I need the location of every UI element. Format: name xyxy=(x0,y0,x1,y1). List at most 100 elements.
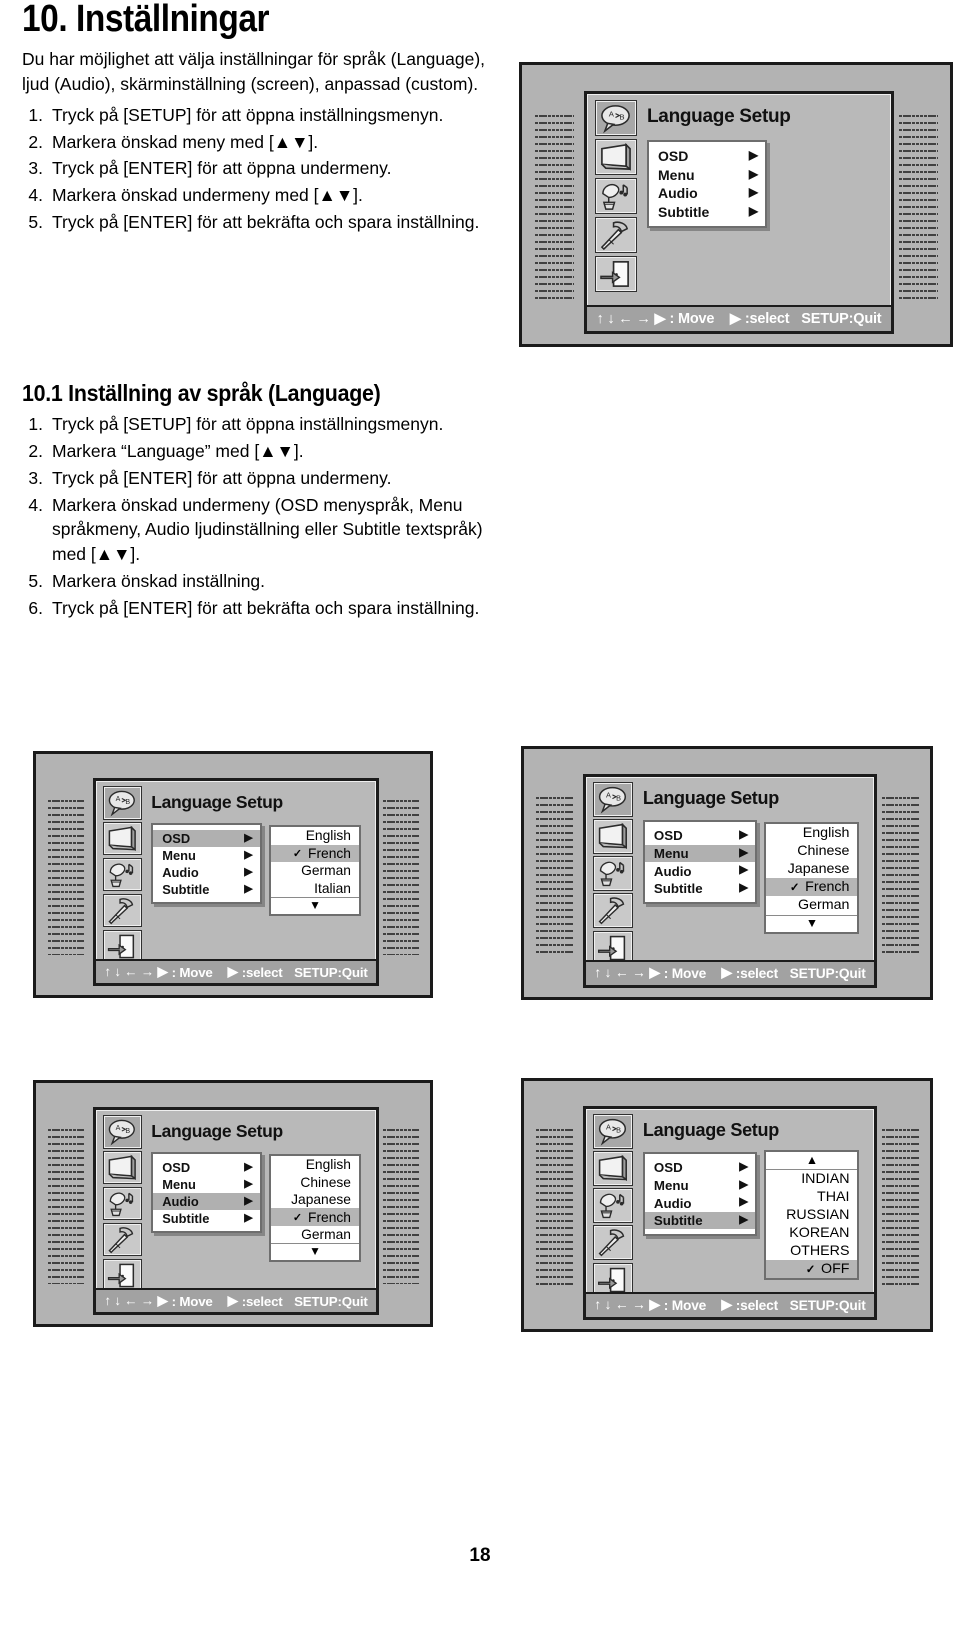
menu-item-osd[interactable]: OSD ▶ xyxy=(645,827,755,845)
value-option-german[interactable]: German xyxy=(271,1226,359,1243)
intro-step-text: Markera önskad undermeny med [▲▼]. xyxy=(52,185,363,206)
screen-tv-icon[interactable] xyxy=(103,822,143,856)
value-option-others[interactable]: OTHERS xyxy=(766,1242,857,1260)
menu-item-audio[interactable]: Audio ▶ xyxy=(153,1192,260,1210)
figure-subtitle-language-list: A B Language Setup OSD ▶ Menu ▶ Audio ▶ Subt xyxy=(521,1078,933,1332)
osd-menu-panel[interactable]: OSD ▶ Menu ▶ Audio ▶ Subtitle ▶ xyxy=(642,1152,757,1237)
osd-menu-panel[interactable]: OSD ▶ Menu ▶ Audio ▶ Subtitle ▶ xyxy=(642,820,757,905)
custom-hammer-icon[interactable] xyxy=(103,1223,143,1257)
language-speech-icon[interactable]: A B xyxy=(103,786,143,820)
osd-value-panel[interactable]: English Chinese Japanese ✓ French German ▼ xyxy=(764,822,860,934)
screen-tv-icon[interactable] xyxy=(593,1151,634,1186)
menu-item-audio[interactable]: Audio ▶ xyxy=(645,862,755,880)
scroll-up-icon[interactable]: ▲ xyxy=(766,1152,858,1170)
page-number: 18 xyxy=(469,1545,491,1566)
menu-item-menu[interactable]: Menu ▶ xyxy=(644,844,755,863)
osd-hint-bar: ↑ ↓ ← → ▶: Move ▶:select SETUP:Quit xyxy=(585,1292,875,1317)
value-option-chinese[interactable]: Chinese xyxy=(766,842,857,860)
audio-gramophone-icon[interactable] xyxy=(595,178,637,214)
osd-icon-rail[interactable]: A B xyxy=(595,100,637,292)
menu-item-osd[interactable]: OSD ▶ xyxy=(153,1159,259,1176)
audio-gramophone-icon[interactable] xyxy=(103,858,143,892)
menu-item-menu[interactable]: Menu ▶ xyxy=(153,1176,259,1193)
menu-item-subtitle[interactable]: Subtitle ▶ xyxy=(645,880,755,898)
audio-gramophone-icon[interactable] xyxy=(103,1187,143,1221)
osd-menu-panel[interactable]: OSD ▶ Menu ▶ Audio ▶ Subtitle ▶ xyxy=(151,1152,262,1234)
menu-item-audio[interactable]: Audio ▶ xyxy=(645,1194,755,1212)
svg-text:B: B xyxy=(126,798,131,806)
scroll-down-icon[interactable]: ▼ xyxy=(766,914,858,932)
value-option-korean[interactable]: KOREAN xyxy=(766,1224,857,1242)
language-speech-icon[interactable]: A B xyxy=(103,1115,143,1149)
value-option-english[interactable]: English xyxy=(271,1156,359,1173)
osd-icon-rail[interactable]: A B xyxy=(103,1115,143,1292)
osd-menu-panel[interactable]: OSD ▶ Menu ▶ Audio ▶ Subtitle ▶ xyxy=(647,140,767,228)
osd-value-panel[interactable]: English Chinese Japanese ✓ French German ▼ xyxy=(268,1154,361,1263)
section-10-1-step-text: Tryck på [SETUP] för att öppna inställni… xyxy=(52,414,444,434)
osd-menu-panel[interactable]: OSD ▶ Menu ▶ Audio ▶ Subtitle ▶ xyxy=(151,823,262,905)
value-option-french[interactable]: ✓ French xyxy=(270,1208,359,1226)
scroll-down-icon[interactable]: ▼ xyxy=(270,896,359,914)
menu-item-subtitle[interactable]: Subtitle ▶ xyxy=(153,881,259,898)
intro-step-item: 1. Tryck på [SETUP] för att öppna inställ… xyxy=(22,103,492,128)
custom-hammer-icon[interactable] xyxy=(595,217,637,253)
menu-item-subtitle[interactable]: Subtitle ▶ xyxy=(153,1210,259,1227)
hint-select-glyph: ▶ xyxy=(227,964,238,980)
menu-item-menu[interactable]: Menu ▶ xyxy=(153,847,259,864)
menu-item-menu[interactable]: Menu ▶ xyxy=(645,1177,755,1195)
value-option-german[interactable]: German xyxy=(271,862,359,879)
menu-item-subtitle[interactable]: Subtitle ▶ xyxy=(644,1211,755,1230)
audio-gramophone-icon[interactable] xyxy=(593,1188,634,1223)
hint-move-label: : Move xyxy=(171,964,213,980)
screen-tv-icon[interactable] xyxy=(103,1151,143,1185)
menu-item-osd[interactable]: OSD ▶ xyxy=(645,1159,755,1177)
value-option-german[interactable]: German xyxy=(766,896,857,914)
menu-item-osd[interactable]: OSD ▶ xyxy=(153,829,260,847)
osd-hint-bar: ↑ ↓ ← → ▶: Move ▶:select SETUP:Quit xyxy=(585,960,875,985)
screen-tv-icon[interactable] xyxy=(595,139,637,175)
chevron-right-icon: ▶ xyxy=(244,1194,253,1207)
audio-gramophone-icon[interactable] xyxy=(593,856,634,891)
scroll-down-icon[interactable]: ▼ xyxy=(270,1243,359,1260)
value-option-indian[interactable]: INDIAN xyxy=(766,1170,857,1188)
osd-value-panel[interactable]: English ✓ French German Italian ▼ xyxy=(268,825,361,916)
value-option-russian[interactable]: RUSSIAN xyxy=(766,1206,857,1224)
svg-text:B: B xyxy=(617,1126,622,1135)
osd-icon-rail[interactable]: A B xyxy=(593,782,634,965)
section-10-1-step-item: 3. Tryck på [ENTER] för att öppna underme… xyxy=(22,466,492,491)
value-option-italian[interactable]: Italian xyxy=(271,879,359,896)
menu-item-label: Subtitle xyxy=(653,1213,703,1229)
section-10-1-step-number: 5. xyxy=(28,571,43,592)
hint-quit-label: SETUP:Quit xyxy=(789,965,866,981)
custom-hammer-icon[interactable] xyxy=(593,893,634,928)
menu-item-subtitle[interactable]: Subtitle ▶ xyxy=(649,203,765,222)
osd-value-panel[interactable]: ▲ INDIAN THAI RUSSIAN KOREAN OTHERS ✓ OFF xyxy=(764,1150,860,1280)
menu-item-osd[interactable]: OSD ▶ xyxy=(649,147,765,166)
menu-item-audio[interactable]: Audio ▶ xyxy=(649,184,765,203)
osd-icon-rail[interactable]: A B xyxy=(103,786,143,963)
intro-step-number: 1. xyxy=(28,104,43,125)
value-option-english[interactable]: English xyxy=(271,827,359,844)
menu-item-menu[interactable]: Menu ▶ xyxy=(649,166,765,185)
language-speech-icon[interactable]: A B xyxy=(595,100,637,136)
value-option-english[interactable]: English xyxy=(766,824,857,842)
custom-hammer-icon[interactable] xyxy=(593,1225,634,1260)
language-speech-icon[interactable]: A B xyxy=(593,782,634,817)
value-option-japanese[interactable]: Japanese xyxy=(271,1191,359,1208)
screen-tv-icon[interactable] xyxy=(593,819,634,854)
osd-icon-rail[interactable]: A B xyxy=(593,1114,634,1297)
value-option-thai[interactable]: THAI xyxy=(766,1188,857,1206)
menu-item-audio[interactable]: Audio ▶ xyxy=(153,864,259,881)
custom-hammer-icon[interactable] xyxy=(103,894,143,928)
exit-door-icon[interactable] xyxy=(103,929,143,963)
value-option-japanese[interactable]: Japanese xyxy=(766,860,857,878)
chevron-right-icon: ▶ xyxy=(244,1211,253,1224)
language-speech-icon[interactable]: A B xyxy=(593,1114,634,1149)
value-option-french[interactable]: ✓ French xyxy=(270,844,359,862)
exit-door-icon[interactable] xyxy=(595,256,637,292)
value-option-off[interactable]: ✓ OFF xyxy=(766,1259,858,1278)
exit-door-icon[interactable] xyxy=(103,1258,143,1292)
screen-texture-left xyxy=(47,800,84,955)
value-option-chinese[interactable]: Chinese xyxy=(271,1174,359,1191)
value-option-french[interactable]: ✓ French xyxy=(766,878,858,897)
